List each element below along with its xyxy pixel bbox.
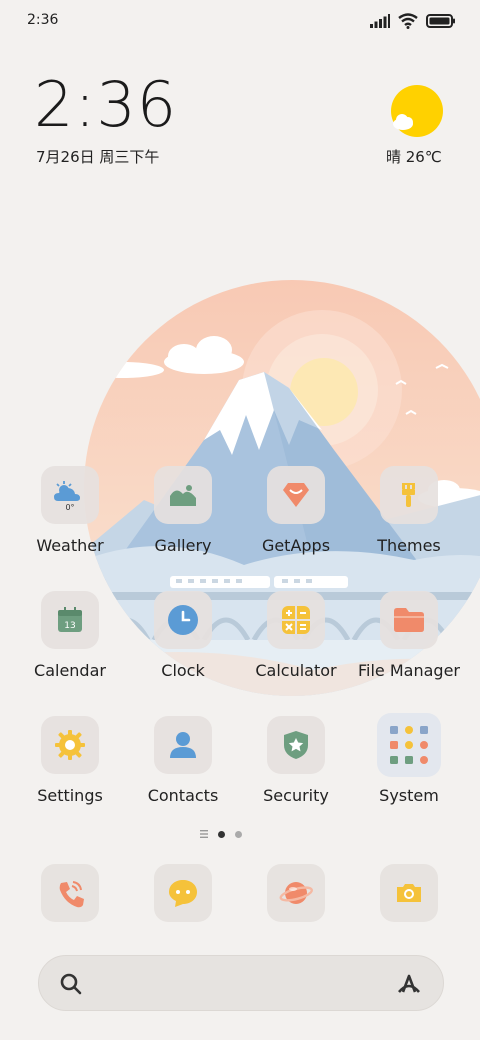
shield-icon <box>280 729 312 761</box>
weather-summary[interactable]: 晴 26℃ <box>386 146 442 167</box>
search-input[interactable] <box>95 966 385 1002</box>
app-getapps[interactable]: GetApps <box>240 466 352 555</box>
app-system[interactable]: System <box>353 713 465 805</box>
gallery-icon <box>166 478 200 512</box>
svg-text:0°: 0° <box>65 503 74 512</box>
app-label: Contacts <box>147 786 219 805</box>
dock-messages[interactable] <box>154 864 212 922</box>
page-indicator[interactable] <box>200 830 242 838</box>
themes-brush-icon <box>393 479 425 511</box>
app-clock[interactable]: Clock <box>127 591 239 680</box>
page-dot[interactable] <box>235 830 242 838</box>
app-label: Weather <box>36 536 104 555</box>
app-themes[interactable]: Themes <box>353 466 465 555</box>
app-tile[interactable] <box>154 591 212 649</box>
app-security[interactable]: Security <box>240 716 352 805</box>
app-tile[interactable] <box>267 591 325 649</box>
svg-text:13: 13 <box>64 621 75 631</box>
search-bar[interactable] <box>38 955 444 1011</box>
clock-icon <box>166 603 200 637</box>
app-contacts[interactable]: Contacts <box>127 716 239 805</box>
app-label: Clock <box>161 661 205 680</box>
app-calculator[interactable]: Calculator <box>240 591 352 680</box>
calendar-icon: 13 <box>55 605 85 635</box>
person-icon <box>167 729 199 761</box>
app-file-manager[interactable]: File Manager <box>353 591 465 680</box>
app-weather[interactable]: 0° Weather <box>14 466 126 555</box>
app-label: Calculator <box>255 661 337 680</box>
app-tile[interactable] <box>41 716 99 774</box>
messages-icon <box>169 880 197 907</box>
getapps-icon <box>279 478 313 512</box>
folder-icon <box>392 605 426 635</box>
page-dot-active[interactable] <box>218 830 225 838</box>
browser-planet-icon <box>279 882 313 904</box>
assistant-icon[interactable] <box>395 970 423 998</box>
signal-icon <box>370 14 390 28</box>
wifi-icon <box>398 13 418 29</box>
app-label: File Manager <box>358 661 460 680</box>
camera-icon <box>397 884 421 902</box>
folder-grid-icon <box>384 720 434 770</box>
battery-icon <box>426 14 455 28</box>
app-label: GetApps <box>261 536 331 555</box>
app-tile[interactable] <box>380 591 438 649</box>
status-time: 2:36 <box>27 12 59 28</box>
app-tile[interactable] <box>154 466 212 524</box>
dock-phone[interactable] <box>41 864 99 922</box>
app-label: Themes <box>377 536 441 555</box>
app-tile[interactable] <box>380 466 438 524</box>
clock-widget-time[interactable]: 2:36 <box>34 74 177 136</box>
dock-camera[interactable] <box>380 864 438 922</box>
app-label: Settings <box>37 786 103 805</box>
app-tile[interactable]: 0° <box>41 466 99 524</box>
app-label: Gallery <box>154 536 212 555</box>
app-tile[interactable] <box>377 713 441 777</box>
app-calendar[interactable]: 13 Calendar <box>14 591 126 680</box>
sun-cloud-icon[interactable] <box>390 84 444 138</box>
app-label: Calendar <box>34 661 106 680</box>
app-tile[interactable] <box>154 716 212 774</box>
app-label: Security <box>263 786 329 805</box>
phone-icon <box>59 881 84 908</box>
search-icon[interactable] <box>59 972 83 996</box>
app-label: System <box>379 786 439 805</box>
calculator-icon <box>280 604 312 636</box>
app-tile[interactable] <box>267 716 325 774</box>
clock-widget-date[interactable]: 7月26日 周三下午 <box>36 146 159 167</box>
gear-icon <box>53 728 87 762</box>
app-gallery[interactable]: Gallery <box>127 466 239 555</box>
app-tile[interactable] <box>267 466 325 524</box>
status-icons <box>370 12 456 30</box>
dock-browser[interactable] <box>267 864 325 922</box>
menu-lines-icon[interactable] <box>200 830 208 838</box>
app-settings[interactable]: Settings <box>14 716 126 805</box>
status-bar: 2:36 <box>0 0 480 40</box>
weather-icon: 0° <box>50 475 90 515</box>
app-tile[interactable]: 13 <box>41 591 99 649</box>
